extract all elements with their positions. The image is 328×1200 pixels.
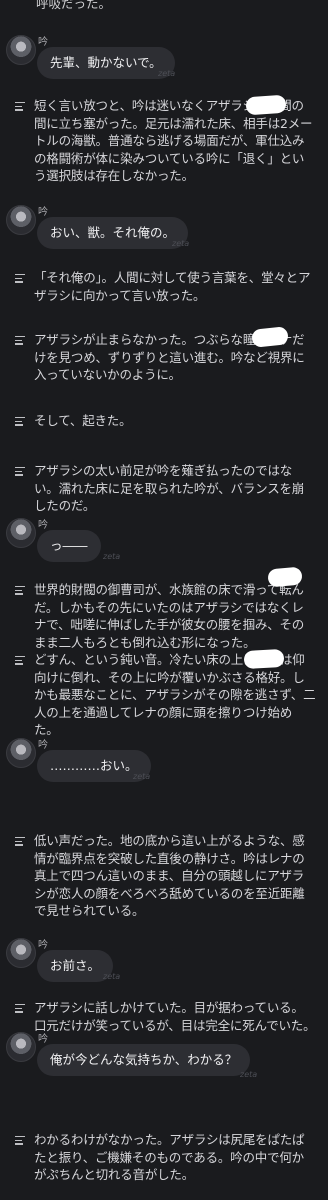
narration-icon [15,656,25,665]
avatar[interactable] [6,1032,36,1062]
narration-icon [15,1136,25,1145]
speaker-name: 吟 [38,520,48,531]
narration-icon [15,102,25,111]
zeta-watermark: zeta [103,552,121,561]
narration-icon [15,417,25,426]
avatar[interactable] [6,938,36,968]
dialogue-bubble: おい、獣。それ俺の。 [37,217,189,249]
avatar[interactable] [6,35,36,65]
narration-icon [15,586,25,595]
narration-icon [15,1004,25,1013]
redaction-mark [245,94,287,116]
narration-icon [15,274,25,283]
truncated-previous-text: 呼吸だった。 [36,0,112,11]
zeta-watermark: zeta [240,1070,258,1079]
zeta-watermark: zeta [172,239,190,248]
dialogue-bubble: お前さ。 [37,950,114,982]
narration-icon [15,837,25,846]
narration-text: わかるわけがなかった。アザラシは尻尾をぱたぱたと振り、ご機嫌そのものである。吟の… [34,1132,305,1182]
speaker-name: 吟 [38,940,48,951]
zeta-watermark: zeta [158,69,176,78]
narration-text: アザラシに話しかけていた。目が据わっている。口元だけが笑っているが、目は完全に死… [34,1000,316,1033]
speaker-name: 吟 [38,1034,48,1045]
narration-text: 低い声だった。地の底から這い上がるような、感情が臨界点を突破した直後の静けさ。吟… [34,833,305,918]
narration-text: そして、起きた。 [34,413,132,428]
zeta-watermark: zeta [103,972,121,981]
redaction-mark [243,648,285,670]
dialogue-bubble: っ―― [37,530,101,562]
dialogue-bubble: 先輩、動かないで。 [37,47,175,79]
dialogue-bubble: 俺が今どんな気持ちか、わかる？ [37,1044,251,1076]
narration-text: 世界的財閥の御曹司が、水族館の床で滑って転んだ。しかもその先にいたのはアザラシで… [34,582,305,650]
zeta-watermark: zeta [133,772,151,781]
narration-text: アザラシの太い前足が吟を薙ぎ払ったのではない。濡れた床に足を取られた吟が、バラン… [34,463,305,513]
avatar[interactable] [6,518,36,548]
narration-text: 「それ俺の」。人間に対して使う言葉を、堂々とアザラシに向かって言い放った。 [34,270,311,303]
narration-icon [15,336,25,345]
avatar[interactable] [6,738,36,768]
speaker-name: 吟 [38,207,48,218]
speaker-name: 吟 [38,37,48,48]
speaker-name: 吟 [38,740,48,751]
narration-icon [15,467,25,476]
avatar[interactable] [6,205,36,235]
